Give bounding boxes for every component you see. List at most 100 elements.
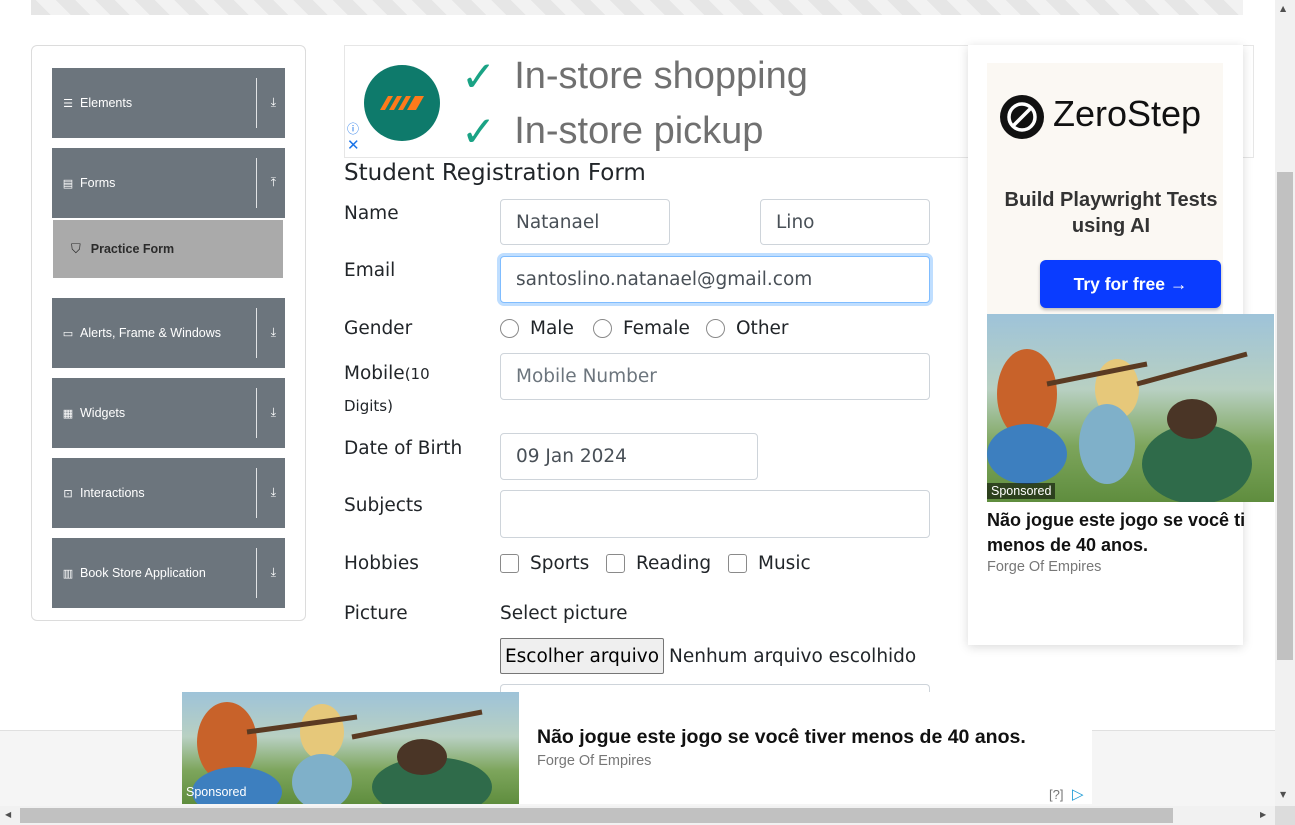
select-picture-label: Select picture bbox=[500, 603, 628, 624]
divider bbox=[256, 308, 257, 358]
zerostep-tagline: Build Playwright Tests using AI bbox=[1004, 189, 1218, 237]
game-ad-headline-text: Não jogue este jogo se você ti menos de … bbox=[987, 510, 1246, 555]
hobby-music-label[interactable]: Music bbox=[758, 553, 811, 574]
store-logo-mark bbox=[380, 96, 424, 110]
form-title: Student Registration Form bbox=[344, 160, 646, 186]
gender-other-label[interactable]: Other bbox=[736, 318, 789, 339]
hobby-sports-checkbox[interactable] bbox=[500, 554, 519, 573]
sidebar-group-forms[interactable]: ▤ Forms ⤒ bbox=[52, 148, 285, 218]
choose-file-button[interactable]: Escolher arquivo bbox=[500, 638, 664, 674]
bottom-ad-headline[interactable]: Não jogue este jogo se você tiver menos … bbox=[537, 726, 1026, 749]
right-ad[interactable]: ZeroStep Build Playwright Tests using AI… bbox=[968, 45, 1274, 645]
hobby-sports-label[interactable]: Sports bbox=[530, 553, 589, 574]
books-icon: ▥ bbox=[62, 566, 74, 580]
gender-other-radio[interactable] bbox=[706, 319, 725, 338]
try-for-free-button[interactable]: Try for free → bbox=[1040, 260, 1221, 308]
scrollbar-corner bbox=[1275, 806, 1295, 825]
hobby-reading-checkbox[interactable] bbox=[606, 554, 625, 573]
mobile-label-text: Mobile bbox=[344, 363, 405, 384]
sidebar-group-elements[interactable]: ☰ Elements ⤓ bbox=[52, 68, 285, 138]
sidebar-group-interactions[interactable]: ⊡ Interactions ⤓ bbox=[52, 458, 285, 528]
sidebar-group-label: Book Store Application bbox=[80, 566, 206, 580]
game-ad-image[interactable] bbox=[987, 314, 1274, 502]
ad-line-text: In-store shopping bbox=[514, 55, 808, 97]
divider bbox=[256, 388, 257, 438]
horizontal-scrollbar-thumb[interactable] bbox=[20, 808, 1173, 823]
checkmark-icon: ✓ bbox=[461, 108, 497, 155]
ad-line-text: In-store pickup bbox=[514, 110, 764, 152]
gender-male-label[interactable]: Male bbox=[530, 318, 574, 339]
divider bbox=[256, 78, 257, 128]
expand-arrow-icon[interactable]: ⤓ bbox=[271, 325, 276, 340]
sidebar: ☰ Elements ⤓ ▤ Forms ⤒ ⛉ Practice Form ▭… bbox=[31, 45, 306, 621]
sidebar-item-practice-form[interactable]: ⛉ Practice Form bbox=[53, 220, 283, 278]
collapse-arrow-icon[interactable]: ⤒ bbox=[271, 175, 276, 190]
gender-female-radio[interactable] bbox=[593, 319, 612, 338]
sponsored-badge: Sponsored bbox=[186, 785, 247, 799]
sidebar-group-alerts-frame-windows[interactable]: ▭ Alerts, Frame & Windows ⤓ bbox=[52, 298, 285, 368]
gender-male-radio[interactable] bbox=[500, 319, 519, 338]
dob-input[interactable]: 09 Jan 2024 bbox=[500, 433, 758, 480]
divider bbox=[256, 158, 257, 208]
grid-icon: ▦ bbox=[62, 406, 74, 420]
bottom-ad[interactable]: Sponsored Não jogue este jogo se você ti… bbox=[182, 692, 1092, 804]
first-name-input[interactable]: Natanael bbox=[500, 199, 670, 245]
expand-arrow-icon[interactable]: ⤓ bbox=[271, 95, 276, 110]
zerostep-ad-card[interactable]: ZeroStep Build Playwright Tests using AI… bbox=[987, 63, 1223, 331]
sidebar-group-label: Interactions bbox=[80, 486, 145, 500]
header-banner-strip bbox=[31, 0, 1243, 15]
zerostep-brand: ZeroStep bbox=[1053, 93, 1202, 134]
menu-icon: ☰ bbox=[63, 96, 73, 110]
divider bbox=[256, 468, 257, 518]
vertical-scrollbar-thumb[interactable] bbox=[1277, 172, 1293, 660]
mobile-hint-digits: Digits) bbox=[344, 397, 393, 415]
document-icon: ▤ bbox=[62, 176, 74, 190]
zerostep-logo-icon bbox=[1000, 95, 1044, 139]
mobile-input[interactable]: Mobile Number bbox=[500, 353, 930, 400]
gender-female-label[interactable]: Female bbox=[623, 318, 690, 339]
html5-icon: ⛉ bbox=[71, 241, 81, 257]
bottom-ad-source: Forge Of Empires bbox=[537, 753, 652, 769]
sidebar-group-label: Forms bbox=[80, 176, 116, 190]
hobbies-label: Hobbies bbox=[344, 553, 419, 574]
ad-line-1: ✓ In-store shopping bbox=[461, 52, 808, 101]
ad-line-2: ✓ In-store pickup bbox=[461, 107, 763, 156]
sidebar-group-widgets[interactable]: ▦ Widgets ⤓ bbox=[52, 378, 285, 448]
hobby-reading-label[interactable]: Reading bbox=[636, 553, 711, 574]
scroll-left-arrow-icon[interactable]: ◀ bbox=[5, 810, 11, 819]
expand-arrow-icon[interactable]: ⤓ bbox=[271, 485, 276, 500]
game-ad-headline[interactable]: Não jogue este jogo se você ti menos de … bbox=[987, 508, 1287, 558]
scroll-up-arrow-icon[interactable]: ▲ bbox=[1280, 4, 1286, 13]
store-logo bbox=[364, 65, 440, 141]
sidebar-group-label: Alerts, Frame & Windows bbox=[80, 326, 222, 340]
hobby-music-checkbox[interactable] bbox=[728, 554, 747, 573]
ad-help-link[interactable]: [?] bbox=[1049, 787, 1063, 802]
expand-arrow-icon[interactable]: ⤓ bbox=[271, 405, 276, 420]
expand-arrow-icon[interactable]: ⤓ bbox=[271, 565, 276, 580]
cursor-icon: ⊡ bbox=[63, 486, 73, 500]
gender-label: Gender bbox=[344, 318, 413, 339]
sidebar-group-label: Elements bbox=[80, 96, 133, 110]
sidebar-group-book-store[interactable]: ▥ Book Store Application ⤓ bbox=[52, 538, 285, 608]
picture-label: Picture bbox=[344, 603, 408, 624]
ad-close-icon[interactable]: ✕ bbox=[347, 136, 360, 154]
ad-info-icon[interactable]: ⓘ bbox=[347, 120, 359, 137]
scroll-down-arrow-icon[interactable]: ▼ bbox=[1280, 790, 1286, 799]
address-textarea[interactable] bbox=[500, 684, 930, 692]
checkmark-icon: ✓ bbox=[461, 53, 497, 100]
last-name-input[interactable]: Lino bbox=[760, 199, 930, 245]
file-status: Nenhum arquivo escolhido bbox=[669, 646, 917, 667]
sponsored-badge: Sponsored bbox=[987, 483, 1056, 499]
mobile-label: Mobile(10 Digits) bbox=[344, 358, 484, 422]
dob-label: Date of Birth bbox=[344, 438, 463, 459]
adchoices-icon[interactable]: ▷ bbox=[1072, 785, 1084, 803]
email-label: Email bbox=[344, 260, 396, 281]
window-icon: ▭ bbox=[62, 326, 74, 340]
sidebar-item-label: Practice Form bbox=[90, 242, 175, 256]
email-input[interactable]: santoslino.natanael@gmail.com bbox=[500, 256, 930, 303]
mobile-hint: (10 bbox=[404, 365, 430, 383]
game-ad-source: Forge Of Empires bbox=[987, 559, 1102, 575]
subjects-input[interactable] bbox=[500, 490, 930, 538]
subjects-label: Subjects bbox=[344, 495, 423, 516]
scroll-right-arrow-icon[interactable]: ▶ bbox=[1260, 810, 1266, 819]
